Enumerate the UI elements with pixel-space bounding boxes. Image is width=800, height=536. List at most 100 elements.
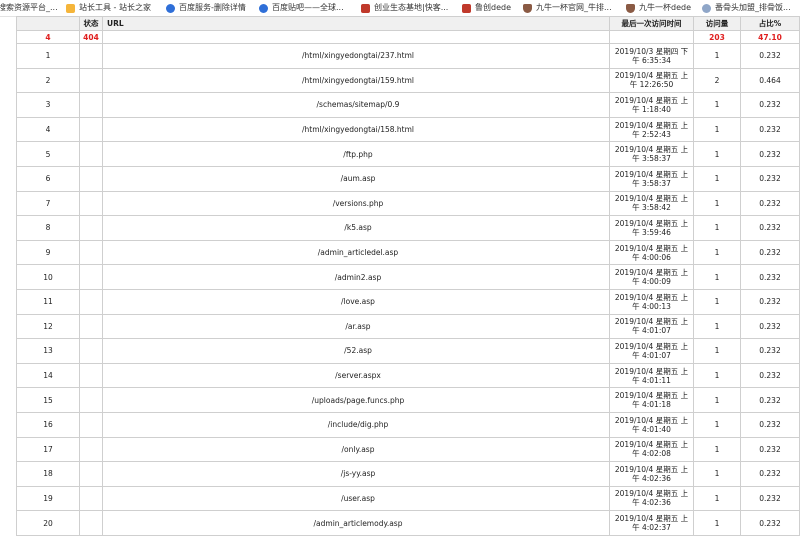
row-url: /52.asp bbox=[102, 338, 610, 364]
row-index: 17 bbox=[16, 436, 80, 463]
row-index: 3 bbox=[16, 92, 80, 118]
row-last-visit: 2019/10/4 星期五 上午 4:02:08 bbox=[609, 436, 694, 463]
row-last-visit: 2019/10/4 星期五 上午 4:01:07 bbox=[609, 313, 694, 340]
url-column-header: URL bbox=[102, 16, 610, 31]
row-url: /admin_articlemody.asp bbox=[102, 510, 610, 536]
row-status bbox=[79, 313, 103, 340]
row-visits: 1 bbox=[693, 215, 741, 241]
bookmark-label: 百度贴吧——全球... bbox=[272, 3, 344, 12]
row-last-visit: 2019/10/4 星期五 上午 3:59:46 bbox=[609, 215, 694, 241]
summary-visits: 203 bbox=[693, 30, 741, 44]
table-row: 6/aum.asp 2019/10/4 星期五 上午 3:58:37 1 0.232 bbox=[16, 165, 800, 192]
bookmark-item[interactable]: 番骨头加盟_排骨饭... bbox=[702, 1, 791, 15]
row-share: 0.232 bbox=[740, 387, 800, 413]
row-index: 8 bbox=[16, 215, 80, 241]
summary-url-cell bbox=[102, 30, 610, 44]
row-status bbox=[79, 239, 103, 266]
row-visits: 1 bbox=[693, 288, 741, 315]
share-column-header: 占比% bbox=[740, 16, 800, 31]
row-index: 13 bbox=[16, 338, 80, 364]
bookmark-item[interactable]: 鲁创dede bbox=[462, 1, 511, 15]
row-share: 0.232 bbox=[740, 362, 800, 389]
index-column-header bbox=[16, 16, 80, 31]
row-visits: 1 bbox=[693, 362, 741, 389]
row-url: /uploads/page.funcs.php bbox=[102, 387, 610, 413]
status-column-header: 状态 bbox=[79, 16, 103, 31]
paw-icon bbox=[166, 3, 175, 13]
bookmark-item[interactable]: 创业生态基地|快客... bbox=[361, 1, 448, 15]
row-index: 12 bbox=[16, 313, 80, 340]
row-index: 7 bbox=[16, 190, 80, 217]
row-status bbox=[79, 436, 103, 463]
table-row: 12/ar.asp 2019/10/4 星期五 上午 4:01:07 1 0.232 bbox=[16, 313, 800, 340]
row-index: 19 bbox=[16, 485, 80, 512]
row-status bbox=[79, 362, 103, 389]
row-visits: 1 bbox=[693, 239, 741, 266]
row-status bbox=[79, 264, 103, 290]
row-url: /k5.asp bbox=[102, 215, 610, 241]
row-index: 1 bbox=[16, 43, 80, 69]
row-last-visit: 2019/10/4 星期五 上午 4:02:37 bbox=[609, 510, 694, 536]
summary-time-cell bbox=[609, 30, 694, 44]
row-url: /aum.asp bbox=[102, 165, 610, 192]
visits-column-header: 访问量 bbox=[693, 16, 741, 31]
bookmark-label: 番骨头加盟_排骨饭... bbox=[715, 3, 791, 12]
row-last-visit: 2019/10/4 星期五 上午 3:58:37 bbox=[609, 165, 694, 192]
row-url: /html/xingyedongtai/237.html bbox=[102, 43, 610, 69]
row-share: 0.232 bbox=[740, 141, 800, 167]
row-last-visit: 2019/10/4 星期五 上午 4:01:18 bbox=[609, 387, 694, 413]
row-share: 0.232 bbox=[740, 239, 800, 266]
summary-row: 4 404 203 47.10 bbox=[16, 30, 800, 44]
row-share: 0.232 bbox=[740, 116, 800, 143]
summary-share: 47.10 bbox=[740, 30, 800, 44]
row-visits: 1 bbox=[693, 313, 741, 340]
table-row: 3/schemas/sitemap/0.9 2019/10/4 星期五 上午 1:… bbox=[16, 92, 800, 118]
table-row: 20/admin_articlemody.asp 2019/10/4 星期五 上午… bbox=[16, 510, 800, 536]
row-visits: 1 bbox=[693, 510, 741, 536]
bookmark-item[interactable]: 站长工具 - 站长之家 bbox=[66, 1, 151, 15]
row-last-visit: 2019/10/4 星期五 上午 2:52:43 bbox=[609, 116, 694, 143]
bookmark-label: 创业生态基地|快客... bbox=[374, 3, 449, 12]
row-visits: 1 bbox=[693, 165, 741, 192]
table-row: 15/uploads/page.funcs.php 2019/10/4 星期五 上… bbox=[16, 387, 800, 413]
bookmark-item[interactable]: 九牛一杯dede bbox=[626, 1, 691, 15]
bookmark-item[interactable]: 百度贴吧——全球... bbox=[259, 1, 344, 15]
row-last-visit: 2019/10/4 星期五 上午 1:18:40 bbox=[609, 92, 694, 118]
row-visits: 2 bbox=[693, 67, 741, 94]
table-row: 17/only.asp 2019/10/4 星期五 上午 4:02:08 1 0.23… bbox=[16, 436, 800, 463]
row-status bbox=[79, 338, 103, 364]
row-url: /js-yy.asp bbox=[102, 461, 610, 487]
row-index: 16 bbox=[16, 411, 80, 438]
table-row: 2/html/xingyedongtai/159.html 2019/10/4 星… bbox=[16, 67, 800, 94]
row-url: /admin2.asp bbox=[102, 264, 610, 290]
bookmark-label: 搜索资源平台_... bbox=[0, 3, 58, 12]
row-index: 6 bbox=[16, 165, 80, 192]
row-visits: 1 bbox=[693, 411, 741, 438]
row-status bbox=[79, 43, 103, 69]
row-share: 0.232 bbox=[740, 461, 800, 487]
row-index: 15 bbox=[16, 387, 80, 413]
row-status bbox=[79, 67, 103, 94]
row-share: 0.232 bbox=[740, 43, 800, 69]
table-row: 18/js-yy.asp 2019/10/4 星期五 上午 4:02:36 1 0.2… bbox=[16, 461, 800, 487]
dede-icon bbox=[361, 3, 370, 13]
row-index: 10 bbox=[16, 264, 80, 290]
row-status bbox=[79, 485, 103, 512]
bookmark-item[interactable]: 搜索资源平台_... bbox=[0, 1, 58, 15]
bookmark-item[interactable]: 九牛一杯官网_牛排... bbox=[523, 1, 612, 15]
row-url: /love.asp bbox=[102, 288, 610, 315]
cloud-icon bbox=[702, 3, 711, 13]
row-url: /admin_articledel.asp bbox=[102, 239, 610, 266]
row-share: 0.232 bbox=[740, 338, 800, 364]
row-last-visit: 2019/10/4 星期五 上午 4:01:11 bbox=[609, 362, 694, 389]
row-last-visit: 2019/10/4 星期五 上午 4:01:07 bbox=[609, 338, 694, 364]
bookmark-item[interactable]: 百度服务-删除详情 bbox=[166, 1, 246, 15]
row-last-visit: 2019/10/4 星期五 上午 4:01:40 bbox=[609, 411, 694, 438]
table-row: 16/include/dig.php 2019/10/4 星期五 上午 4:01:… bbox=[16, 411, 800, 438]
row-status bbox=[79, 116, 103, 143]
summary-index: 4 bbox=[16, 30, 80, 44]
shield-icon bbox=[626, 3, 635, 13]
table-header-row: 状态 URL 最后一次访问时间 访问量 占比% bbox=[16, 16, 800, 31]
table-row: 4/html/xingyedongtai/158.html 2019/10/4 星… bbox=[16, 116, 800, 143]
row-share: 0.232 bbox=[740, 215, 800, 241]
